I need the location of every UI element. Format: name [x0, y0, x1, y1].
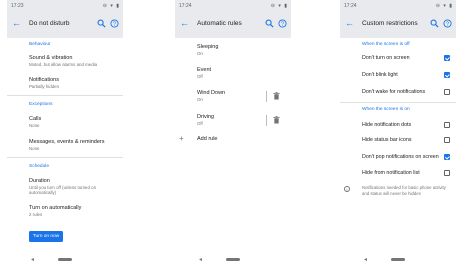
nav-bar: ◂ [7, 254, 123, 266]
status-bar: 17:24 ⊖ ▾ ▮ [340, 0, 456, 11]
page-title: Do not disturb [29, 20, 70, 27]
nav-back-icon[interactable]: ◂ [364, 256, 367, 263]
restriction-label: Don't pop notifications on screen [362, 154, 439, 160]
section-screen-on: When the screen is on [362, 107, 410, 112]
phone-screen-do-not-disturb: 17:23 ⊖ ▾ ▮ ← Do not disturb ? Behaviour… [7, 0, 123, 266]
plus-icon: + [179, 134, 184, 143]
status-time: 17:23 [11, 3, 24, 9]
status-bar: 17:23 ⊖ ▾ ▮ [7, 0, 123, 11]
calls-item[interactable]: Calls None [29, 116, 119, 128]
rule-event[interactable]: Event Off [197, 67, 287, 79]
status-time: 17:24 [344, 3, 357, 9]
rule-title: Sleeping [197, 44, 219, 50]
checkbox-dont-turn-on-screen[interactable] [444, 55, 450, 61]
restriction-label: Hide status bar icons [362, 137, 412, 143]
home-pill-icon[interactable] [391, 258, 405, 261]
item-title: Sound & vibration [29, 55, 73, 61]
divider [7, 95, 123, 96]
status-icons: ⊖ ▾ ▮ [270, 3, 288, 9]
phone-screen-automatic-rules: 17:24 ⊖ ▾ ▮ ← Automatic rules ? Sleeping… [175, 0, 291, 266]
section-exceptions: Exceptions [29, 102, 53, 107]
rule-driving[interactable]: Driving Off [197, 114, 287, 126]
checkbox-hide-dots[interactable] [444, 122, 450, 128]
rule-status: On [197, 51, 203, 56]
divider [340, 102, 456, 103]
restriction-label: Hide from notification list [362, 170, 420, 176]
home-pill-icon[interactable] [226, 258, 240, 261]
nav-back-icon[interactable]: ◂ [31, 256, 34, 263]
status-icons: ⊖ ▾ ▮ [435, 3, 453, 9]
add-rule-label: Add rule [197, 136, 218, 142]
search-icon[interactable] [265, 19, 274, 28]
page-title: Custom restrictions [362, 20, 418, 27]
item-subtitle: None [29, 146, 40, 151]
section-behaviour: Behaviour [29, 42, 51, 47]
checkbox-dont-pop[interactable] [444, 154, 450, 160]
back-arrow-icon[interactable]: ← [180, 18, 189, 28]
rule-title: Event [197, 67, 212, 73]
delete-icon[interactable] [273, 92, 280, 100]
back-arrow-icon[interactable]: ← [12, 18, 21, 28]
section-schedule: Schedule [29, 164, 50, 169]
item-title: Messages, events & reminders [29, 139, 105, 145]
svg-text:?: ? [446, 21, 449, 27]
rule-sleeping[interactable]: Sleeping On [197, 44, 287, 56]
nav-back-icon[interactable]: ◂ [199, 256, 202, 263]
section-screen-off: When the screen is off [362, 42, 410, 47]
checkbox-hide-from-list[interactable] [444, 170, 450, 176]
page-title: Automatic rules [197, 20, 242, 27]
messages-item[interactable]: Messages, events & reminders None [29, 139, 119, 151]
item-subtitle: Until you turn off (unless turned on aut… [29, 185, 97, 196]
search-icon[interactable] [430, 19, 439, 28]
svg-text:?: ? [281, 21, 284, 27]
status-bar: 17:24 ⊖ ▾ ▮ [175, 0, 291, 11]
app-bar: ← Automatic rules ? [175, 11, 291, 38]
restriction-label: Don't blink light [362, 72, 398, 78]
back-arrow-icon[interactable]: ← [345, 18, 354, 28]
delete-icon[interactable] [273, 116, 280, 124]
turn-on-automatically-item[interactable]: Turn on automatically 2 rules [29, 205, 119, 217]
help-icon[interactable]: ? [443, 19, 452, 28]
separator [266, 91, 267, 102]
info-text: Notifications needed for basic phone act… [362, 185, 446, 196]
nav-bar: ◂ [175, 254, 291, 266]
restriction-label: Don't turn on screen [362, 55, 410, 61]
item-subtitle: Partially hidden [29, 84, 60, 89]
divider [7, 157, 123, 158]
nav-bar: ◂ [340, 254, 456, 266]
home-pill-icon[interactable] [58, 258, 72, 261]
item-title: Duration [29, 178, 50, 184]
turn-on-now-button[interactable]: Turn on now [29, 231, 63, 242]
checkbox-dont-wake[interactable] [444, 89, 450, 95]
help-icon[interactable]: ? [110, 19, 119, 28]
status-icons: ⊖ ▾ ▮ [102, 3, 120, 9]
item-title: Notifications [29, 77, 59, 83]
help-icon[interactable]: ? [278, 19, 287, 28]
search-icon[interactable] [97, 19, 106, 28]
item-title: Turn on automatically [29, 205, 82, 211]
checkbox-hide-status-icons[interactable] [444, 137, 450, 143]
app-bar: ← Custom restrictions ? [340, 11, 456, 38]
restriction-label: Don't wake for notifications [362, 89, 426, 95]
item-subtitle: Muted, but allow alarms and media [29, 62, 98, 67]
rule-status: Off [197, 74, 203, 79]
rule-wind-down[interactable]: Wind Down On [197, 90, 287, 102]
item-title: Calls [29, 116, 42, 122]
notifications-item[interactable]: Notifications Partially hidden [29, 77, 119, 89]
restriction-label: Hide notification dots [362, 122, 412, 128]
item-subtitle: 2 rules [29, 212, 43, 217]
status-time: 17:24 [179, 3, 192, 9]
phone-screen-custom-restrictions: 17:24 ⊖ ▾ ▮ ← Custom restrictions ? When… [340, 0, 456, 266]
app-bar: ← Do not disturb ? [7, 11, 123, 38]
separator [266, 115, 267, 126]
svg-text:?: ? [113, 21, 116, 27]
item-subtitle: None [29, 123, 40, 128]
checkbox-dont-blink-light[interactable] [444, 72, 450, 78]
duration-item[interactable]: Duration Until you turn off (unless turn… [29, 178, 119, 196]
info-icon: i [344, 186, 350, 192]
sound-vibration-item[interactable]: Sound & vibration Muted, but allow alarm… [29, 55, 119, 67]
